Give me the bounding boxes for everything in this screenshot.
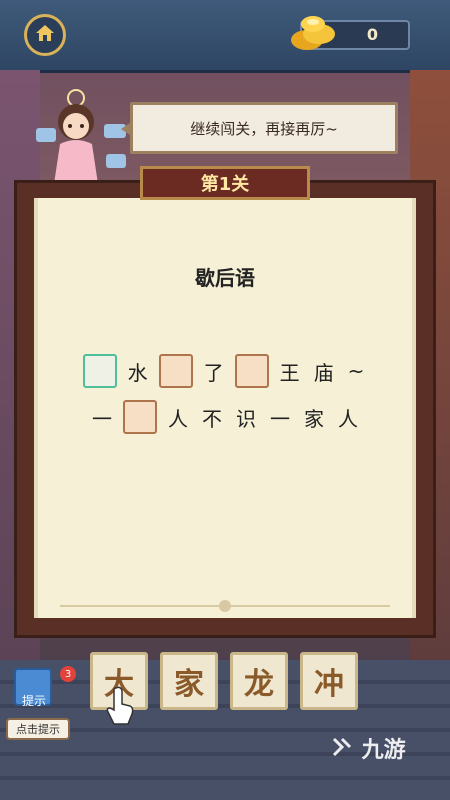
top-bar: 0: [0, 0, 450, 73]
hint-label: 提示: [22, 694, 47, 708]
choice-tile-2[interactable]: 家: [160, 652, 218, 710]
answer-slot-3[interactable]: [234, 354, 269, 388]
hint-button[interactable]: 点击提示: [6, 718, 70, 740]
hint-button-label: 点击提示: [16, 723, 60, 736]
speech-bubble: 继续闯关，再接再厉~: [121, 102, 398, 154]
puzzle-char: ~: [347, 359, 365, 383]
watermark: 九游: [330, 732, 406, 764]
level-label: 第1关: [200, 174, 250, 195]
puzzle-line-2: 一 人 不 识 一 家 人: [0, 400, 450, 434]
puzzle-char: 人: [168, 406, 188, 431]
puzzle-char: 一: [92, 406, 112, 431]
puzzle-char: 庙: [313, 360, 334, 385]
hint-count-badge: 3: [60, 666, 76, 682]
character-avatar: [36, 88, 132, 188]
coin-count: 0: [366, 25, 378, 44]
choice-char: 家: [174, 667, 204, 702]
speech-text: 继续闯关，再接再厉~: [190, 119, 338, 138]
watermark-text: 九游: [361, 738, 406, 763]
puzzle-char: 人: [338, 406, 358, 431]
choice-char: 冲: [314, 667, 344, 702]
puzzle-char: 水: [127, 360, 148, 385]
choice-tile-4[interactable]: 冲: [300, 652, 358, 710]
puzzle-char: 识: [236, 406, 256, 431]
puzzle-char: 家: [304, 406, 324, 431]
pointer-hand-icon: [104, 686, 136, 726]
divider-ornament: [219, 600, 231, 612]
puzzle-line-1: 水 了 王 庙 ~: [0, 354, 450, 388]
puzzle-char: 一: [270, 406, 290, 431]
watermark-logo-icon: [330, 737, 362, 763]
choice-tile-3[interactable]: 龙: [230, 652, 288, 710]
level-banner: 第1关: [140, 166, 310, 200]
answer-slot-4[interactable]: [123, 400, 157, 434]
choice-char: 龙: [244, 667, 274, 702]
puzzle-char: 了: [203, 360, 224, 385]
puzzle-title: 歇后语: [195, 266, 255, 290]
puzzle-char: 不: [202, 406, 222, 431]
gold-ingot-icon: [285, 10, 341, 58]
home-icon: [34, 23, 56, 47]
answer-slot-1[interactable]: [82, 354, 117, 388]
answer-slot-2[interactable]: [158, 354, 193, 388]
home-button[interactable]: [24, 14, 66, 56]
puzzle-char: 王: [279, 360, 300, 385]
